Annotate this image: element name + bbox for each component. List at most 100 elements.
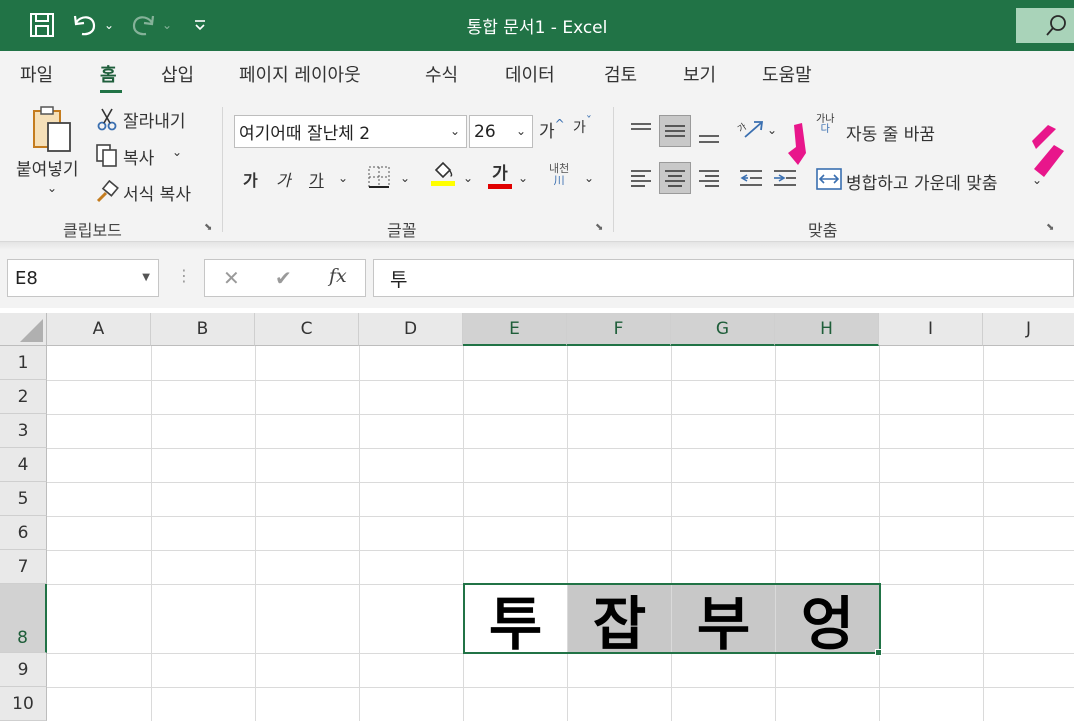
column-header-e[interactable]: E (463, 313, 567, 346)
formula-input[interactable]: 투 (373, 259, 1074, 297)
clipboard-launcher-icon[interactable]: ⬊ (204, 223, 216, 235)
window-title: 통합 문서1 - Excel (466, 18, 608, 38)
search-button[interactable] (1016, 8, 1074, 43)
row-header-6[interactable]: 6 (0, 516, 47, 550)
paste-icon[interactable] (28, 105, 78, 153)
row-header-5[interactable]: 5 (0, 482, 47, 516)
font-color-dropdown-icon[interactable]: ⌄ (518, 171, 528, 185)
column-header-f[interactable]: F (567, 313, 671, 346)
format-painter-icon[interactable] (95, 180, 119, 204)
row-header-8[interactable]: 8 (0, 584, 47, 653)
tab-review[interactable]: 검토 (604, 61, 637, 87)
align-middle-button[interactable] (659, 115, 691, 147)
paste-button[interactable]: 붙여넣기 (16, 155, 79, 180)
decrease-indent-button[interactable] (735, 162, 767, 194)
align-right-button[interactable] (693, 162, 725, 194)
tab-insert[interactable]: 삽입 (161, 61, 194, 87)
copy-dropdown-icon[interactable]: ⌄ (172, 145, 182, 159)
wrap-text-button[interactable]: 자동 줄 바꿈 (846, 120, 935, 145)
tab-formulas[interactable]: 수식 (425, 61, 458, 87)
tab-home[interactable]: 홈 (100, 61, 117, 87)
align-left-button[interactable] (625, 162, 657, 194)
font-size-select[interactable]: 26 ⌄ (469, 115, 533, 148)
fill-color-dropdown-icon[interactable]: ⌄ (463, 171, 473, 185)
tab-data[interactable]: 데이터 (505, 61, 555, 87)
ribbon-tabs: 파일 홈 삽입 페이지 레이아웃 수식 데이터 검토 보기 도움말 (0, 51, 1074, 95)
fill-color-button[interactable] (431, 161, 455, 186)
row-header-2[interactable]: 2 (0, 380, 47, 414)
shrink-font-label: 가 (573, 120, 586, 136)
orientation-button[interactable]: 가 ⌄ (737, 117, 777, 143)
column-header-h[interactable]: H (775, 313, 879, 346)
align-top-button[interactable] (625, 115, 657, 147)
align-bottom-button[interactable] (693, 119, 725, 151)
column-header-g[interactable]: G (671, 313, 775, 346)
cut-button[interactable]: 잘라내기 (123, 107, 186, 132)
column-header-b[interactable]: B (151, 313, 255, 346)
decrease-indent-icon (740, 170, 762, 186)
underline-dropdown-icon[interactable]: ⌄ (338, 171, 348, 185)
underline-button[interactable]: 가 (309, 167, 324, 191)
phonetic-button[interactable]: 내천 川 (549, 163, 569, 187)
tab-view[interactable]: 보기 (683, 61, 716, 87)
copy-icon[interactable] (95, 143, 119, 167)
row-header-3[interactable]: 3 (0, 414, 47, 448)
select-all-button[interactable] (0, 313, 47, 346)
font-name-select[interactable]: 여기어때 잘난체 2 ⌄ (234, 115, 467, 148)
tab-page-layout[interactable]: 페이지 레이아웃 (239, 61, 361, 87)
paste-dropdown-icon[interactable]: ⌄ (47, 181, 57, 195)
column-header-i[interactable]: I (879, 313, 983, 346)
row-header-1[interactable]: 1 (0, 346, 47, 380)
border-icon[interactable] (367, 165, 391, 189)
font-color-button[interactable]: 가 (488, 159, 512, 189)
worksheet-grid: A B C D E F G H I J 1 2 3 4 5 6 7 8 9 10… (0, 313, 1074, 721)
copy-button[interactable]: 복사 (123, 144, 154, 169)
row-header-4[interactable]: 4 (0, 448, 47, 482)
font-launcher-icon[interactable]: ⬊ (595, 223, 607, 235)
chevron-down-icon: ⌄ (449, 124, 460, 138)
orientation-dropdown-icon: ⌄ (767, 123, 778, 137)
ribbon-shadow (0, 242, 1074, 250)
shrink-font-button[interactable]: 가ˇ (573, 114, 592, 137)
grid-line (359, 346, 360, 721)
fill-bucket-icon (434, 161, 453, 179)
align-center-button[interactable] (659, 162, 691, 194)
name-box[interactable]: E8 ▼ (7, 259, 159, 297)
merge-center-icon[interactable] (816, 167, 842, 191)
wrap-text-icon[interactable]: 가나 다 (816, 115, 834, 135)
merge-center-button[interactable]: 병합하고 가운데 맞춤 (846, 169, 998, 194)
column-header-c[interactable]: C (255, 313, 359, 346)
row-header-7[interactable]: 7 (0, 550, 47, 584)
format-painter-button[interactable]: 서식 복사 (123, 180, 191, 205)
align-center-icon (665, 170, 685, 187)
alignment-group-label: 맞춤 (808, 221, 838, 240)
tab-help[interactable]: 도움말 (762, 61, 812, 87)
grid-line (47, 448, 1074, 449)
italic-button[interactable]: 가 (276, 167, 291, 191)
align-left-icon (631, 170, 651, 187)
fill-handle[interactable] (875, 649, 882, 656)
font-name-value: 여기어때 잘난체 2 (239, 124, 371, 144)
column-header-j[interactable]: J (983, 313, 1074, 346)
enter-icon[interactable]: ✔ (275, 266, 292, 290)
bold-button[interactable]: 가 (243, 167, 258, 191)
phonetic-bottom-label: 川 (553, 174, 565, 187)
border-dropdown-icon[interactable]: ⌄ (400, 171, 410, 185)
tab-file[interactable]: 파일 (20, 61, 53, 87)
row-header-10[interactable]: 10 (0, 687, 47, 721)
grid-line (151, 346, 152, 721)
column-header-d[interactable]: D (359, 313, 463, 346)
grid-line (47, 414, 1074, 415)
alignment-launcher-icon[interactable]: ⬊ (1046, 223, 1058, 235)
cancel-icon[interactable]: ✕ (223, 266, 240, 290)
cut-icon[interactable] (96, 107, 118, 131)
align-right-icon (699, 170, 719, 187)
grow-font-button[interactable]: 가 ^ (539, 117, 565, 143)
row-header-9[interactable]: 9 (0, 653, 47, 687)
splitter-handle-icon[interactable]: ⋮ (176, 266, 192, 285)
font-group-label: 글꼴 (387, 221, 417, 240)
grid-line (775, 346, 776, 721)
phonetic-dropdown-icon[interactable]: ⌄ (584, 171, 594, 185)
insert-function-button[interactable]: fx (329, 265, 347, 287)
column-header-a[interactable]: A (47, 313, 151, 346)
